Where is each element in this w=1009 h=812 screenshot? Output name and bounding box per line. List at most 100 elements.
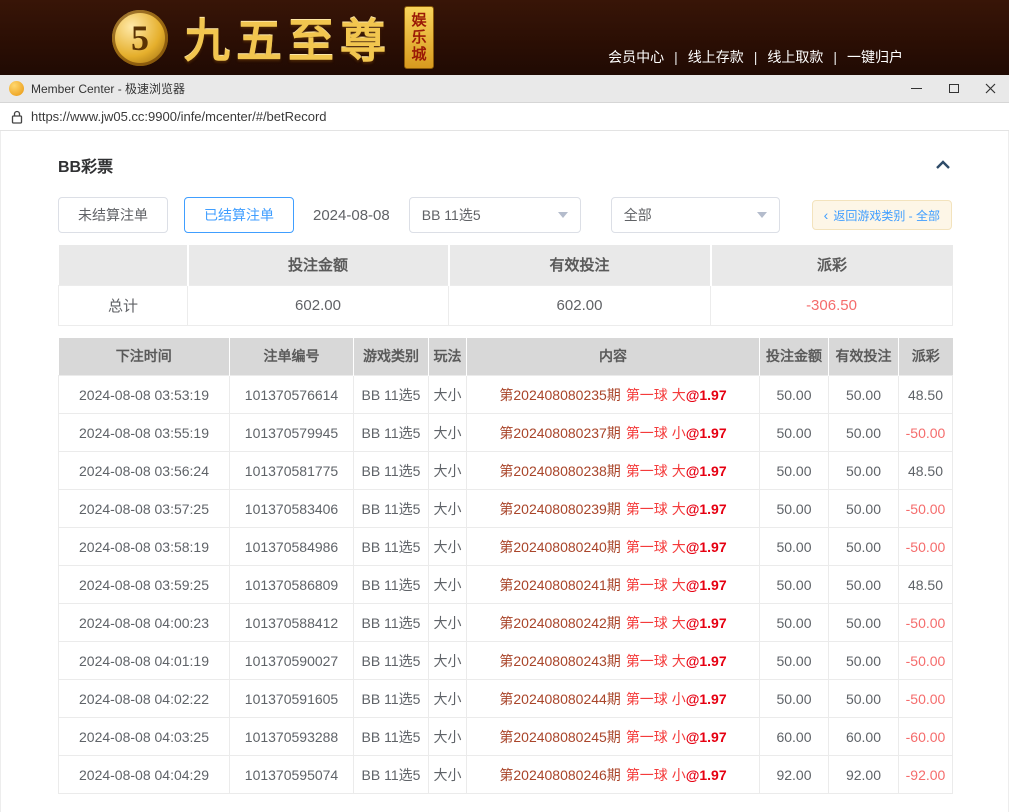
bet-content: 第202408080244期第一球 小@1.97: [467, 680, 760, 718]
summary-table: 投注金额 有效投注 派彩 总计 602.00 602.00 -306.50: [58, 245, 953, 326]
bet-payout: 48.50: [899, 452, 953, 490]
summary-total-row: 总计 602.00 602.00 -306.50: [59, 285, 953, 325]
header-content: 内容: [467, 338, 760, 376]
settled-tab-button[interactable]: 已结算注单: [184, 197, 294, 233]
bet-payout: -50.00: [899, 490, 953, 528]
bet-order-id: 101370584986: [230, 528, 354, 566]
bet-amount: 50.00: [760, 490, 829, 528]
bet-odds: @1.97: [686, 387, 727, 403]
bet-amount: 50.00: [760, 452, 829, 490]
nav-online-deposit[interactable]: 线上存款: [688, 47, 744, 67]
bet-valid-amount: 92.00: [829, 756, 899, 794]
game-select[interactable]: BB 11选5: [409, 197, 581, 233]
maximize-icon: [949, 84, 959, 93]
bet-odds: @1.97: [686, 539, 727, 555]
bet-period: 第202408080237期: [499, 425, 620, 441]
bet-pick: 第一球 大: [626, 501, 686, 517]
bet-period: 第202408080239期: [499, 501, 620, 517]
bet-content: 第202408080238期第一球 大@1.97: [467, 452, 760, 490]
bet-play-type: 大小: [429, 376, 467, 414]
minimize-icon: [911, 88, 922, 89]
bet-payout: 48.50: [899, 566, 953, 604]
bet-pick: 第一球 小: [626, 691, 686, 707]
header-bet-amount: 投注金额: [760, 338, 829, 376]
address-bar[interactable]: https://www.jw05.cc:9900/infe/mcenter/#/…: [0, 103, 1009, 131]
bet-pick: 第一球 小: [626, 729, 686, 745]
header-valid-bet: 有效投注: [829, 338, 899, 376]
logo-badge-char: 城: [411, 46, 426, 63]
site-logo: 5 九五至尊 娱 乐 城: [112, 5, 434, 71]
nav-online-withdraw[interactable]: 线上取款: [767, 47, 823, 67]
bet-pick: 第一球 大: [626, 463, 686, 479]
category-select[interactable]: 全部: [611, 197, 780, 233]
bet-period: 第202408080240期: [499, 539, 620, 555]
table-row: 2024-08-08 03:56:24 101370581775 BB 11选5…: [59, 452, 953, 490]
bet-time: 2024-08-08 04:04:29: [59, 756, 230, 794]
table-row: 2024-08-08 04:03:25 101370593288 BB 11选5…: [59, 718, 953, 756]
bet-time: 2024-08-08 03:55:19: [59, 414, 230, 452]
back-button-label: 返回游戏类别 - 全部: [833, 207, 940, 224]
bet-odds: @1.97: [686, 425, 727, 441]
minimize-button[interactable]: [898, 75, 935, 102]
browser-titlebar: Member Center - 极速浏览器: [0, 75, 1009, 103]
bet-amount: 50.00: [760, 604, 829, 642]
bet-period: 第202408080243期: [499, 653, 620, 669]
header-game-type: 游戏类别: [354, 338, 429, 376]
bet-order-id: 101370595074: [230, 756, 354, 794]
bet-content: 第202408080235期第一球 大@1.97: [467, 376, 760, 414]
bet-order-id: 101370586809: [230, 566, 354, 604]
header-play-type: 玩法: [429, 338, 467, 376]
bet-valid-amount: 50.00: [829, 528, 899, 566]
date-filter[interactable]: 2024-08-08: [313, 207, 390, 224]
chevron-up-icon: [934, 158, 952, 172]
window-title: Member Center - 极速浏览器: [31, 80, 185, 97]
bet-valid-amount: 60.00: [829, 718, 899, 756]
chevron-down-icon: [757, 212, 767, 218]
bet-payout: -60.00: [899, 718, 953, 756]
bet-time: 2024-08-08 03:56:24: [59, 452, 230, 490]
bet-content: 第202408080245期第一球 小@1.97: [467, 718, 760, 756]
bet-period: 第202408080238期: [499, 463, 620, 479]
collapse-button[interactable]: [934, 158, 952, 172]
table-row: 2024-08-08 03:59:25 101370586809 BB 11选5…: [59, 566, 953, 604]
close-button[interactable]: [972, 75, 1009, 102]
table-row: 2024-08-08 04:02:22 101370591605 BB 11选5…: [59, 680, 953, 718]
summary-header-bet-amount: 投注金额: [188, 245, 449, 285]
bet-payout: -50.00: [899, 414, 953, 452]
summary-bet-amount: 602.00: [188, 285, 449, 325]
bet-payout: -50.00: [899, 604, 953, 642]
bet-odds: @1.97: [686, 577, 727, 593]
bet-period: 第202408080241期: [499, 577, 620, 593]
bet-play-type: 大小: [429, 566, 467, 604]
bet-time: 2024-08-08 04:01:19: [59, 642, 230, 680]
browser-logo-icon: [9, 81, 24, 96]
table-row: 2024-08-08 03:55:19 101370579945 BB 11选5…: [59, 414, 953, 452]
bet-play-type: 大小: [429, 452, 467, 490]
panel-header: BB彩票: [58, 153, 952, 177]
bet-pick: 第一球 小: [626, 767, 686, 783]
table-row: 2024-08-08 03:58:19 101370584986 BB 11选5…: [59, 528, 953, 566]
bet-odds: @1.97: [686, 463, 727, 479]
bet-content: 第202408080237期第一球 小@1.97: [467, 414, 760, 452]
bet-period: 第202408080246期: [499, 767, 620, 783]
bet-play-type: 大小: [429, 718, 467, 756]
bet-game-type: BB 11选5: [354, 642, 429, 680]
bet-play-type: 大小: [429, 642, 467, 680]
bet-valid-amount: 50.00: [829, 452, 899, 490]
bet-time: 2024-08-08 03:59:25: [59, 566, 230, 604]
summary-header-payout: 派彩: [711, 245, 953, 285]
bet-order-id: 101370581775: [230, 452, 354, 490]
nav-separator: |: [833, 49, 837, 65]
bet-odds: @1.97: [686, 729, 727, 745]
bet-odds: @1.97: [686, 653, 727, 669]
game-select-value: BB 11选5: [422, 205, 481, 225]
nav-one-key-transfer[interactable]: 一键归户: [847, 47, 903, 67]
bet-time: 2024-08-08 04:00:23: [59, 604, 230, 642]
nav-member-center[interactable]: 会员中心: [608, 47, 664, 67]
bet-odds: @1.97: [686, 615, 727, 631]
maximize-button[interactable]: [935, 75, 972, 102]
unsettled-tab-button[interactable]: 未结算注单: [58, 197, 168, 233]
bet-game-type: BB 11选5: [354, 566, 429, 604]
bet-period: 第202408080235期: [499, 387, 620, 403]
back-to-game-category-button[interactable]: ‹ 返回游戏类别 - 全部: [812, 200, 952, 230]
